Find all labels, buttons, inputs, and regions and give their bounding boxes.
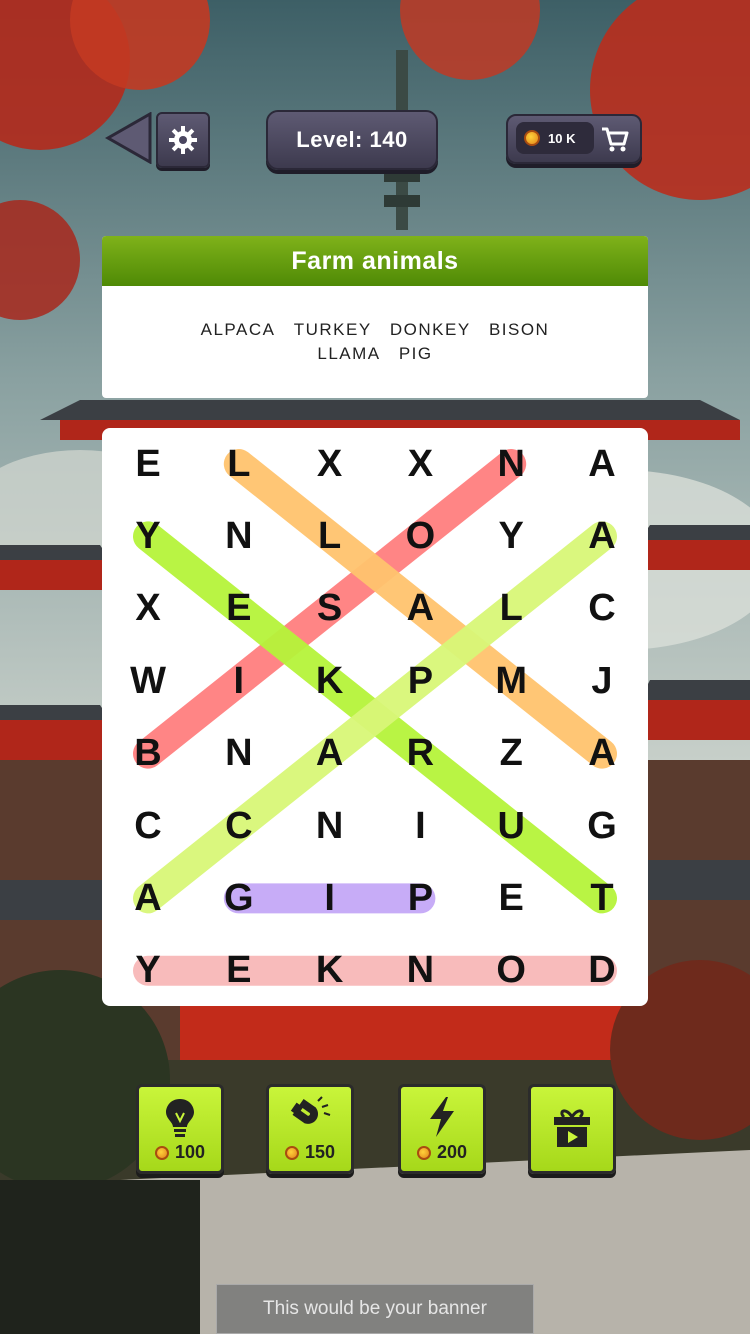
free-gift-video-button[interactable] xyxy=(528,1084,616,1174)
grid-cell[interactable]: P xyxy=(390,868,450,928)
ad-banner[interactable]: This would be your banner xyxy=(216,1284,534,1334)
grid-cell[interactable]: C xyxy=(118,796,178,856)
grid-cell[interactable]: R xyxy=(390,724,450,784)
lightning-cost: 200 xyxy=(436,1142,468,1162)
grid-cell[interactable]: E xyxy=(481,868,541,928)
hint-cost: 100 xyxy=(174,1142,206,1162)
letter-grid[interactable]: ELXXNAYNLOYAXESALCWIKPMJBNARZACCNIUGAGIP… xyxy=(102,428,648,1006)
grid-cell[interactable]: C xyxy=(209,796,269,856)
grid-cell[interactable]: U xyxy=(481,796,541,856)
grid-cell[interactable]: N xyxy=(209,724,269,784)
grid-cell[interactable]: Z xyxy=(481,724,541,784)
coin-icon xyxy=(284,1145,299,1160)
coin-icon xyxy=(524,130,540,146)
grid-cell[interactable]: A xyxy=(390,579,450,639)
coin-count: 10 K xyxy=(548,130,576,146)
grid-cell[interactable]: Y xyxy=(118,506,178,566)
settings-button[interactable] xyxy=(156,112,210,168)
gift-video-icon xyxy=(554,1109,590,1147)
grid-cell[interactable]: L xyxy=(481,579,541,639)
grid-cell[interactable]: X xyxy=(300,434,360,494)
word-item: DONKEY xyxy=(389,320,471,339)
lightning-button[interactable]: 200 xyxy=(398,1084,486,1174)
level-indicator: Level: 140 xyxy=(266,110,438,170)
coin-icon xyxy=(416,1145,431,1160)
grid-cell[interactable]: M xyxy=(481,651,541,711)
grid-cell[interactable]: C xyxy=(572,579,632,639)
grid-cell[interactable]: G xyxy=(572,796,632,856)
category-title: Farm animals xyxy=(102,236,648,286)
grid-cell[interactable]: D xyxy=(572,941,632,1001)
coin-balance: 10 K xyxy=(516,122,594,154)
level-label: Level: 140 xyxy=(296,127,408,152)
grid-cell[interactable]: I xyxy=(300,868,360,928)
coins-shop[interactable]: 10 K xyxy=(506,114,642,164)
lightbulb-icon xyxy=(166,1099,194,1137)
grid-cell[interactable]: N xyxy=(209,506,269,566)
grid-cell[interactable]: X xyxy=(390,434,450,494)
grid-cell[interactable]: J xyxy=(572,651,632,711)
hint-button[interactable]: 100 xyxy=(136,1084,224,1174)
grid-cell[interactable]: K xyxy=(300,941,360,1001)
word-item: LLAMA xyxy=(317,344,381,363)
grid-cell[interactable]: I xyxy=(209,651,269,711)
magnet-button[interactable]: 150 xyxy=(266,1084,354,1174)
word-item: ALPACA xyxy=(200,320,276,339)
grid-cell[interactable]: T xyxy=(572,868,632,928)
grid-cell[interactable]: K xyxy=(300,651,360,711)
grid-cell[interactable]: X xyxy=(118,579,178,639)
word-list: ALPACA TURKEY DONKEY BISON LLAMA PIG xyxy=(102,318,648,366)
word-item: TURKEY xyxy=(293,320,372,339)
gear-icon xyxy=(169,126,197,154)
grid-cell[interactable]: Y xyxy=(118,941,178,1001)
grid-cell[interactable]: E xyxy=(209,579,269,639)
grid-cell[interactable]: L xyxy=(300,506,360,566)
grid-cell[interactable]: A xyxy=(118,868,178,928)
grid-cell[interactable]: S xyxy=(300,579,360,639)
grid-cell[interactable]: L xyxy=(209,434,269,494)
grid-cell[interactable]: O xyxy=(390,506,450,566)
grid-cell[interactable]: B xyxy=(118,724,178,784)
coin-icon xyxy=(154,1145,169,1160)
back-button[interactable] xyxy=(104,112,152,164)
grid-cell[interactable]: E xyxy=(118,434,178,494)
grid-cell[interactable]: E xyxy=(209,941,269,1001)
found-word-highlights xyxy=(133,449,617,986)
grid-cell[interactable]: A xyxy=(572,506,632,566)
grid-cell[interactable]: A xyxy=(572,434,632,494)
grid-cell[interactable]: N xyxy=(390,941,450,1001)
banner-text: This would be your banner xyxy=(263,1298,487,1319)
grid-cell[interactable]: N xyxy=(300,796,360,856)
grid-cell[interactable]: G xyxy=(209,868,269,928)
grid-cell[interactable]: Y xyxy=(481,506,541,566)
grid-cell[interactable]: N xyxy=(481,434,541,494)
category-panel: Farm animals ALPACA TURKEY DONKEY BISON … xyxy=(102,236,648,398)
word-item: PIG xyxy=(398,344,433,363)
word-item: BISON xyxy=(488,320,550,339)
magnet-icon xyxy=(290,1096,331,1124)
grid-cell[interactable]: A xyxy=(572,724,632,784)
grid-cell[interactable]: I xyxy=(390,796,450,856)
lightning-icon xyxy=(430,1097,454,1137)
grid-cell[interactable]: P xyxy=(390,651,450,711)
grid-cell[interactable]: O xyxy=(481,941,541,1001)
shopping-cart-icon[interactable] xyxy=(600,124,630,154)
grid-cell[interactable]: W xyxy=(118,651,178,711)
magnet-cost: 150 xyxy=(304,1142,336,1162)
grid-cell[interactable]: A xyxy=(300,724,360,784)
